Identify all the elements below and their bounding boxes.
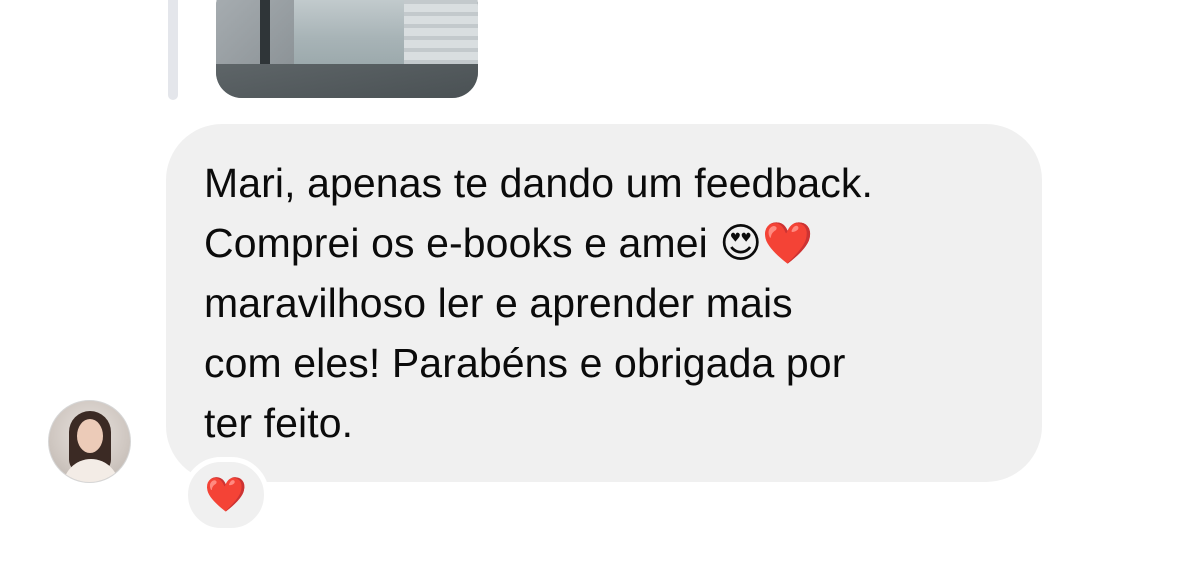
message-line-5: ter feito. (204, 400, 354, 446)
reply-thread-line (168, 0, 178, 100)
heart-icon: ❤️ (204, 475, 248, 515)
message-line-3: maravilhoso ler e aprender mais (204, 280, 793, 326)
message-text: Mari, apenas te dando um feedback. Compr… (204, 153, 1004, 453)
message-line-1: Mari, apenas te dando um feedback. (204, 160, 873, 206)
message-line-2: Comprei os e-books e amei (204, 220, 720, 266)
photo-ledge (216, 64, 478, 98)
shared-photo-thumbnail[interactable] (216, 0, 478, 98)
sender-avatar[interactable] (48, 400, 131, 483)
message-line-4: com eles! Parabéns e obrigada por (204, 340, 846, 386)
red-heart-emoji-icon: ❤️ (762, 219, 814, 267)
avatar-face (77, 419, 103, 453)
heart-eyes-emoji-icon: 😍 (719, 219, 763, 267)
reaction-badge[interactable]: ❤️ (183, 457, 269, 533)
